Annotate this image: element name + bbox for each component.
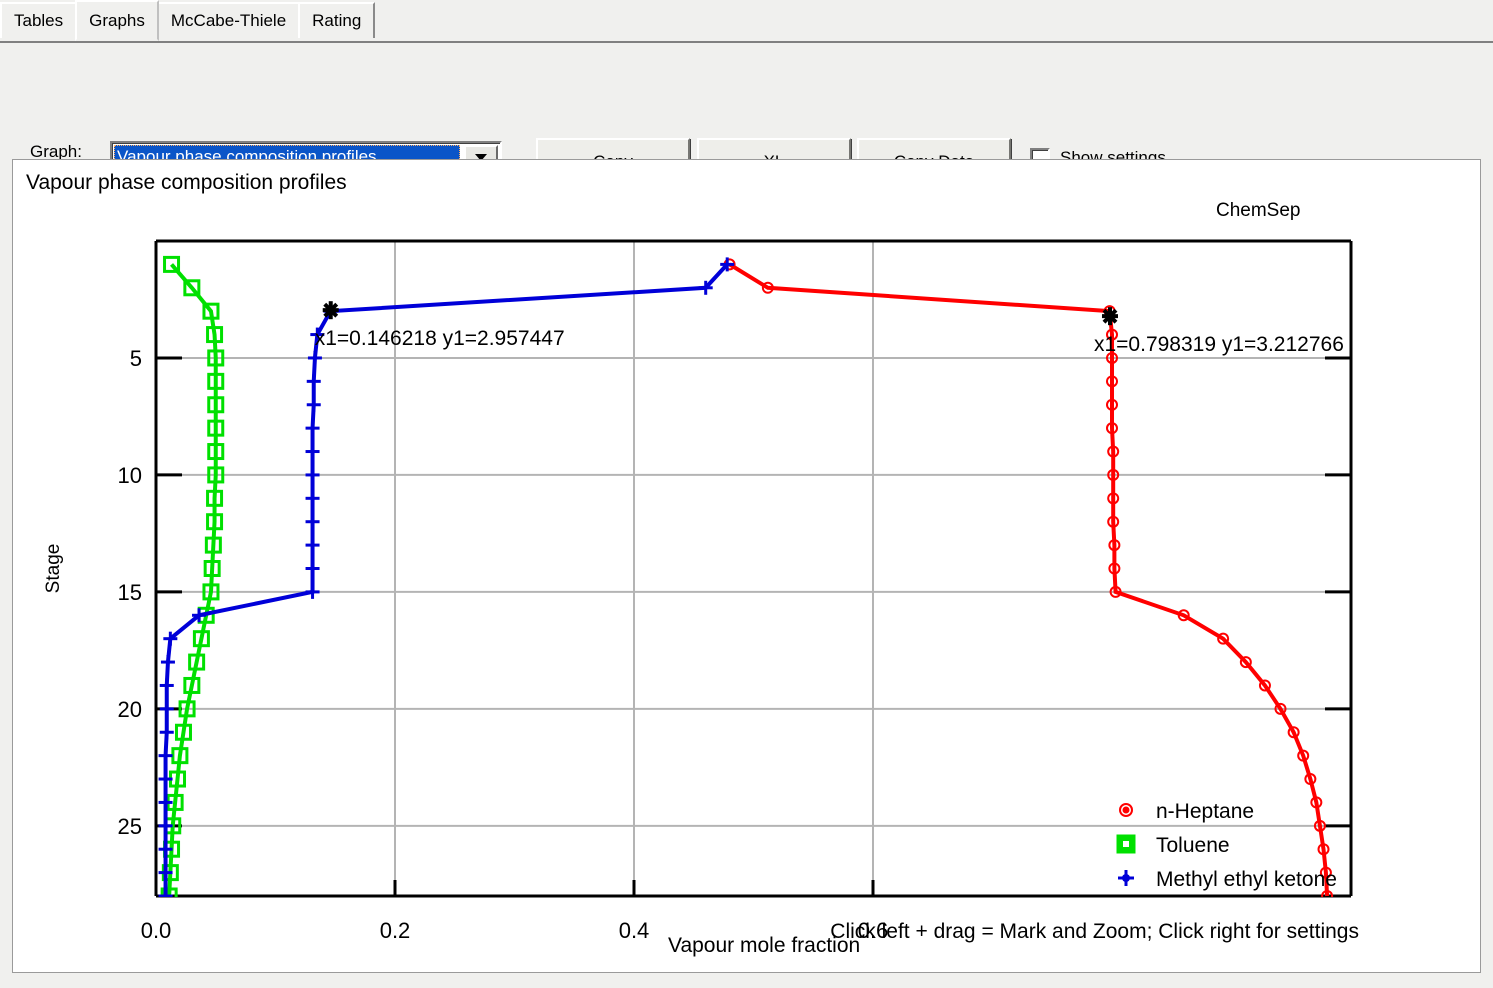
svg-text:5: 5	[130, 346, 142, 371]
svg-text:10: 10	[118, 463, 142, 488]
svg-text:x1=0.798319 y1=3.212766: x1=0.798319 y1=3.212766	[1094, 333, 1344, 356]
svg-text:0.4: 0.4	[619, 918, 650, 943]
tab-mccabe-thiele[interactable]: McCabe-Thiele	[156, 2, 301, 38]
svg-text:n-Heptane: n-Heptane	[1156, 800, 1254, 823]
chart-annotations: x1=0.146218 y1=2.957447 x1=0.798319 y1=3.…	[315, 301, 1344, 356]
svg-text:ChemSep: ChemSep	[1216, 200, 1301, 221]
svg-text:Toluene: Toluene	[1156, 834, 1230, 857]
chart-panel[interactable]: x1=0.146218 y1=2.957447 x1=0.798319 y1=3.…	[12, 159, 1481, 973]
legend-item: Methyl ethyl ketone	[1118, 868, 1337, 891]
tab-label: Graphs	[89, 10, 145, 30]
tab-tables[interactable]: Tables	[0, 2, 78, 38]
chart-hint-text: Click left + drag = Mark and Zoom; Click…	[830, 920, 1359, 943]
graph-toolbar: Graph: Vapour phase composition profiles…	[0, 43, 1493, 186]
svg-text:Vapour phase composition profi: Vapour phase composition profiles	[26, 171, 347, 194]
legend-item: Toluene	[1116, 834, 1230, 857]
legend-item: n-Heptane	[1119, 800, 1254, 823]
tab-bar: Tables Graphs McCabe-Thiele Rating	[0, 0, 1493, 43]
svg-text:0.2: 0.2	[380, 918, 411, 943]
svg-text:x1=0.146218 y1=2.957447: x1=0.146218 y1=2.957447	[315, 327, 565, 350]
svg-text:Stage: Stage	[43, 544, 64, 594]
svg-text:0.0: 0.0	[141, 918, 172, 943]
svg-text:20: 20	[118, 697, 142, 722]
tab-label: Tables	[14, 11, 64, 30]
composition-profile-chart[interactable]: x1=0.146218 y1=2.957447 x1=0.798319 y1=3.…	[13, 160, 1480, 972]
svg-text:15: 15	[118, 580, 142, 605]
svg-text:Methyl ethyl ketone: Methyl ethyl ketone	[1156, 868, 1337, 891]
svg-text:25: 25	[118, 814, 142, 839]
tab-label: Rating	[312, 11, 362, 30]
tab-rating[interactable]: Rating	[298, 2, 376, 38]
tab-graphs[interactable]: Graphs	[75, 0, 159, 41]
chart-legend: n-Heptane Toluene Methyl ethyl ketone	[1116, 800, 1337, 891]
tab-label: McCabe-Thiele	[170, 11, 287, 30]
